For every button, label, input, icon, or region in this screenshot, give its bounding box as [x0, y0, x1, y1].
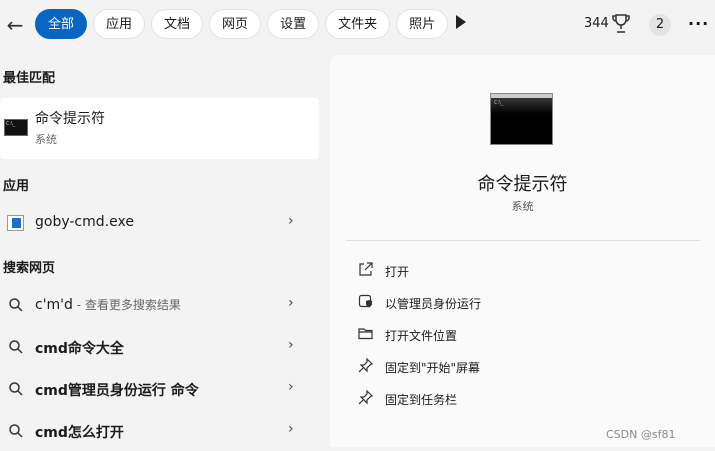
- folder-icon: [358, 328, 373, 340]
- tab-photos[interactable]: 照片: [396, 9, 449, 39]
- web-search-item[interactable]: cmd怎么打开 ›: [0, 411, 322, 451]
- app-item-goby-cmd[interactable]: goby-cmd.exe ›: [0, 203, 322, 243]
- action-run-as-admin[interactable]: 以管理员身份运行: [354, 289, 694, 315]
- best-match-heading: 最佳匹配: [3, 71, 56, 86]
- action-label: 以管理员身份运行: [385, 297, 482, 311]
- web-search-heading: 搜索网页: [3, 261, 56, 276]
- tab-all[interactable]: 全部: [35, 9, 88, 39]
- action-label: 固定到任务栏: [385, 393, 458, 407]
- tab-folders[interactable]: 文件夹: [325, 9, 391, 39]
- detail-pane: 命令提示符 系统 打开 以管理员身份运行 打开文件位置 固定到"开始"屏幕 固定…: [330, 55, 715, 447]
- rewards-trophy-icon[interactable]: [612, 13, 630, 35]
- divider: [346, 240, 700, 241]
- pin-icon: [358, 390, 373, 405]
- notification-count-badge[interactable]: 2: [649, 14, 671, 36]
- more-tabs-play-icon[interactable]: [456, 15, 466, 29]
- chevron-right-icon[interactable]: ›: [288, 421, 294, 437]
- action-open-file-location[interactable]: 打开文件位置: [354, 321, 694, 347]
- action-open[interactable]: 打开: [354, 257, 694, 283]
- search-icon: [9, 382, 23, 396]
- apps-heading: 应用: [3, 179, 30, 194]
- command-prompt-icon: [4, 119, 28, 136]
- web-search-query: cmd管理员身份运行 命令: [35, 383, 199, 399]
- pin-icon: [358, 358, 373, 373]
- action-label: 打开文件位置: [385, 329, 458, 343]
- best-match-subtitle: 系统: [35, 133, 57, 146]
- best-match-item[interactable]: 命令提示符 系统: [0, 98, 319, 159]
- chevron-right-icon[interactable]: ›: [288, 213, 294, 229]
- action-label: 打开: [385, 265, 410, 279]
- web-search-query: cmd怎么打开: [35, 425, 124, 441]
- action-pin-to-start[interactable]: 固定到"开始"屏幕: [354, 353, 694, 379]
- chevron-right-icon[interactable]: ›: [288, 379, 294, 395]
- web-search-item[interactable]: cmd管理员身份运行 命令 ›: [0, 369, 322, 409]
- search-icon: [9, 424, 23, 438]
- search-icon: [9, 340, 23, 354]
- tab-web[interactable]: 网页: [209, 9, 262, 39]
- chevron-right-icon[interactable]: ›: [288, 337, 294, 353]
- filter-tabs: 全部 应用 文档 网页 设置 文件夹 照片: [35, 9, 449, 39]
- back-arrow-icon[interactable]: ←: [4, 12, 26, 38]
- web-search-item[interactable]: cmd命令大全 ›: [0, 327, 322, 367]
- rewards-points: 344: [584, 16, 609, 31]
- tab-documents[interactable]: 文档: [151, 9, 204, 39]
- command-prompt-large-icon: [490, 93, 553, 145]
- search-icon: [9, 298, 23, 312]
- search-top-bar: ← 全部 应用 文档 网页 设置 文件夹 照片 344 2 ···: [0, 0, 715, 50]
- tab-settings[interactable]: 设置: [267, 9, 320, 39]
- best-match-title: 命令提示符: [35, 111, 105, 127]
- app-item-label: goby-cmd.exe: [35, 214, 134, 230]
- exe-file-icon: [7, 215, 24, 231]
- web-search-suffix: - 查看更多搜索结果: [72, 298, 181, 312]
- action-label: 固定到"开始"屏幕: [385, 361, 481, 375]
- web-search-query: cmd命令大全: [35, 341, 124, 357]
- chevron-right-icon[interactable]: ›: [288, 295, 294, 311]
- web-search-text: c'm'd - 查看更多搜索结果: [35, 296, 181, 313]
- more-options-icon[interactable]: ···: [688, 14, 709, 33]
- web-search-query: c'm'd: [35, 297, 73, 313]
- admin-shield-icon: [358, 294, 372, 308]
- open-external-icon: [359, 262, 373, 276]
- tab-apps[interactable]: 应用: [93, 9, 146, 39]
- detail-subtitle: 系统: [511, 200, 534, 213]
- action-pin-to-taskbar[interactable]: 固定到任务栏: [354, 385, 694, 411]
- web-search-item[interactable]: c'm'd - 查看更多搜索结果 ›: [0, 285, 322, 325]
- detail-title: 命令提示符: [477, 174, 568, 195]
- watermark: CSDN @sf81: [606, 428, 676, 441]
